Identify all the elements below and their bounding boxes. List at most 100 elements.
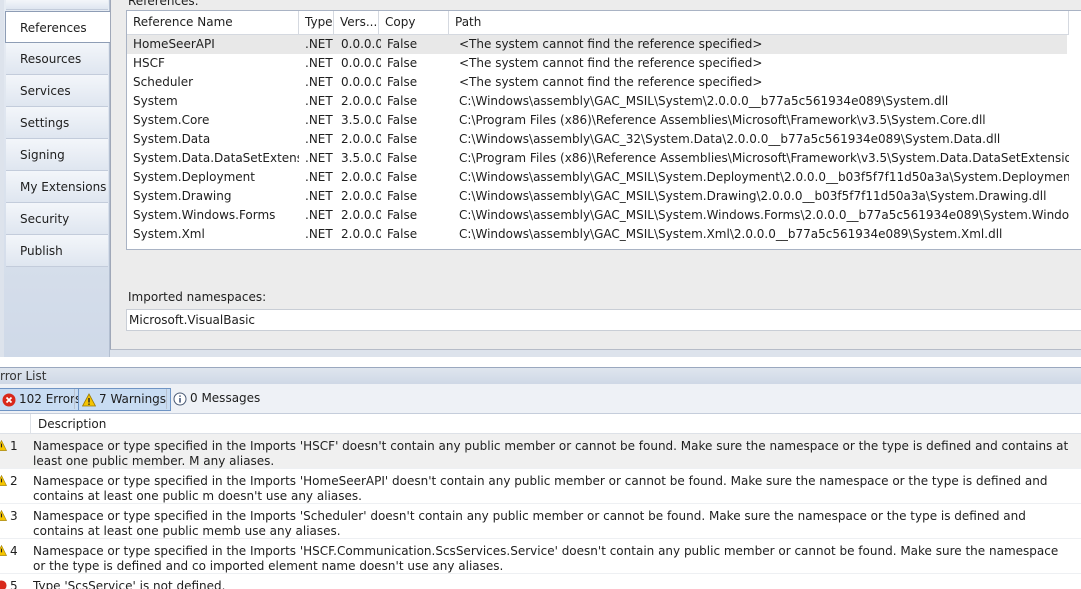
reference-name: System.Drawing bbox=[133, 189, 232, 203]
tab-label: Publish bbox=[20, 244, 63, 258]
designer-tab-strip: References Resources Services Settings S… bbox=[4, 0, 112, 357]
reference-version: 0.0.0.0 bbox=[341, 37, 381, 51]
reference-row[interactable]: System.Deployment .NET 2.0.0.0 False C:\Wind… bbox=[127, 168, 1069, 187]
error-description: Namespace or type specified in the Impor… bbox=[33, 509, 1026, 538]
column-header-version[interactable]: Vers... bbox=[334, 11, 379, 35]
column-header-copy-local[interactable]: Copy Local bbox=[379, 11, 449, 51]
namespace-item[interactable]: Microsoft.VisualBasic bbox=[129, 313, 255, 327]
reference-copy-local: False bbox=[387, 170, 418, 184]
reference-name: System bbox=[133, 94, 178, 108]
error-number: 4 bbox=[10, 544, 18, 558]
reference-row[interactable]: Scheduler .NET 0.0.0.0 False <The system can… bbox=[127, 73, 1067, 92]
toolbar-separator bbox=[74, 389, 75, 409]
error-list-panel: rror List 102 Errors 7 Warnings 0 Messag… bbox=[0, 357, 1081, 589]
reference-type: .NET bbox=[305, 189, 333, 203]
reference-copy-local: False bbox=[387, 37, 418, 51]
error-description: Namespace or type specified in the Impor… bbox=[33, 474, 1048, 503]
error-number: 2 bbox=[10, 474, 18, 488]
warning-icon bbox=[0, 545, 7, 556]
reference-row[interactable]: System.Data .NET 2.0.0.0 False C:\Windows\as… bbox=[127, 130, 1067, 149]
info-icon bbox=[173, 392, 187, 406]
reference-copy-local: False bbox=[387, 56, 418, 70]
reference-name: System.Data.DataSetExtensions bbox=[133, 151, 299, 165]
reference-type: .NET bbox=[305, 227, 333, 241]
reference-path: C:\Program Files (x86)\Reference Assembl… bbox=[459, 113, 986, 127]
reference-row[interactable]: System.Data.DataSetExtensions .NET 3.5.0.0… bbox=[127, 149, 1069, 168]
reference-copy-local: False bbox=[387, 132, 418, 146]
warnings-filter-label: 7 Warnings bbox=[99, 392, 167, 406]
tab-settings[interactable]: Settings bbox=[6, 107, 108, 139]
column-header-type[interactable]: Type bbox=[299, 11, 334, 35]
column-header-description[interactable]: Description bbox=[38, 417, 106, 431]
reference-type: .NET bbox=[305, 37, 333, 51]
tab-services[interactable]: Services bbox=[6, 75, 108, 107]
warnings-filter-button[interactable]: 7 Warnings bbox=[78, 388, 172, 411]
tab-label: Settings bbox=[20, 116, 70, 130]
reference-path: <The system cannot find the reference sp… bbox=[459, 56, 763, 70]
reference-copy-local: False bbox=[387, 94, 418, 108]
project-designer: References Resources Services Settings S… bbox=[0, 0, 1081, 357]
reference-path: C:\Windows\assembly\GAC_MSIL\System.Depl… bbox=[459, 170, 1069, 184]
error-description: Namespace or type specified in the Impor… bbox=[33, 439, 1069, 468]
column-header-reference-name[interactable]: Reference Name bbox=[127, 11, 299, 35]
warning-icon bbox=[0, 475, 7, 486]
error-row[interactable]: 2 Namespace or type specified in the Impo… bbox=[0, 469, 1081, 504]
messages-filter-button[interactable]: 0 Messages bbox=[170, 388, 264, 411]
tab-signing[interactable]: Signing bbox=[6, 139, 108, 171]
column-header-path[interactable]: Path bbox=[449, 11, 1069, 35]
reference-row[interactable]: HSCF .NET 0.0.0.0 False <The system cannot f… bbox=[127, 54, 1067, 73]
reference-type: .NET bbox=[305, 208, 333, 222]
error-description: Namespace or type specified in the Impor… bbox=[33, 544, 1059, 573]
tab-label: Signing bbox=[20, 148, 65, 162]
tab-label: My Extensions bbox=[20, 180, 107, 194]
reference-row[interactable]: System .NET 2.0.0.0 False C:\Windows\assembl… bbox=[127, 92, 1067, 111]
error-icon bbox=[2, 393, 16, 407]
error-row[interactable]: 5 Type 'ScsService' is not defined. bbox=[0, 574, 1081, 589]
error-row[interactable]: 4 Namespace or type specified in the Impo… bbox=[0, 539, 1081, 574]
reference-copy-local: False bbox=[387, 151, 418, 165]
error-row[interactable]: 1 Namespace or type specified in the Impo… bbox=[0, 434, 1081, 469]
reference-row[interactable]: HomeSeerAPI .NET 0.0.0.0 False <The system c… bbox=[127, 35, 1067, 54]
error-icon bbox=[0, 580, 7, 589]
error-row[interactable]: 3 Namespace or type specified in the Impo… bbox=[0, 504, 1081, 539]
reference-name: Scheduler bbox=[133, 75, 194, 89]
reference-path: C:\Windows\assembly\GAC_MSIL\System.Draw… bbox=[459, 189, 1047, 203]
reference-path: <The system cannot find the reference sp… bbox=[459, 37, 763, 51]
tab-label: Resources bbox=[20, 52, 82, 66]
references-page: References: Reference Name Type Vers... … bbox=[110, 0, 1081, 350]
imported-namespaces-list[interactable]: Microsoft.VisualBasic bbox=[126, 309, 1081, 331]
reference-name: System.Deployment bbox=[133, 170, 255, 184]
reference-path: C:\Windows\assembly\GAC_MSIL\System.Wind… bbox=[459, 208, 1069, 222]
references-list[interactable]: Reference Name Type Vers... Copy Local P… bbox=[126, 10, 1081, 250]
reference-copy-local: False bbox=[387, 75, 418, 89]
reference-version: 2.0.0.0 bbox=[341, 170, 381, 184]
tab-application[interactable] bbox=[6, 0, 108, 10]
reference-type: .NET bbox=[305, 56, 333, 70]
error-list-title: rror List bbox=[0, 367, 1081, 384]
reference-row[interactable]: System.Xml .NET 2.0.0.0 False C:\Windows\ass… bbox=[127, 225, 1067, 244]
error-description: Type 'ScsService' is not defined. bbox=[33, 579, 226, 589]
tab-my-extensions[interactable]: My Extensions bbox=[6, 171, 108, 203]
reference-name: HSCF bbox=[133, 56, 165, 70]
messages-filter-label: 0 Messages bbox=[190, 391, 261, 405]
reference-name: System.Xml bbox=[133, 227, 205, 241]
reference-row[interactable]: System.Core .NET 3.5.0.0 False C:\Program Fi… bbox=[127, 111, 1067, 130]
warning-icon bbox=[0, 510, 7, 521]
tab-references[interactable]: References bbox=[5, 11, 112, 43]
reference-version: 0.0.0.0 bbox=[341, 56, 381, 70]
reference-copy-local: False bbox=[387, 113, 418, 127]
error-number: 3 bbox=[10, 509, 18, 523]
reference-row[interactable]: System.Windows.Forms .NET 2.0.0.0 False C:\W… bbox=[127, 206, 1069, 225]
reference-version: 2.0.0.0 bbox=[341, 94, 381, 108]
reference-row[interactable]: System.Drawing .NET 2.0.0.0 False C:\Windows… bbox=[127, 187, 1067, 206]
reference-path: C:\Windows\assembly\GAC_MSIL\System.Xml\… bbox=[459, 227, 1003, 241]
reference-name: System.Core bbox=[133, 113, 210, 127]
tab-publish[interactable]: Publish bbox=[6, 235, 108, 267]
tab-security[interactable]: Security bbox=[6, 203, 108, 235]
reference-version: 3.5.0.0 bbox=[341, 113, 381, 127]
reference-copy-local: False bbox=[387, 227, 418, 241]
reference-name: System.Windows.Forms bbox=[133, 208, 276, 222]
reference-version: 2.0.0.0 bbox=[341, 189, 381, 203]
reference-type: .NET bbox=[305, 113, 333, 127]
tab-resources[interactable]: Resources bbox=[6, 43, 108, 75]
